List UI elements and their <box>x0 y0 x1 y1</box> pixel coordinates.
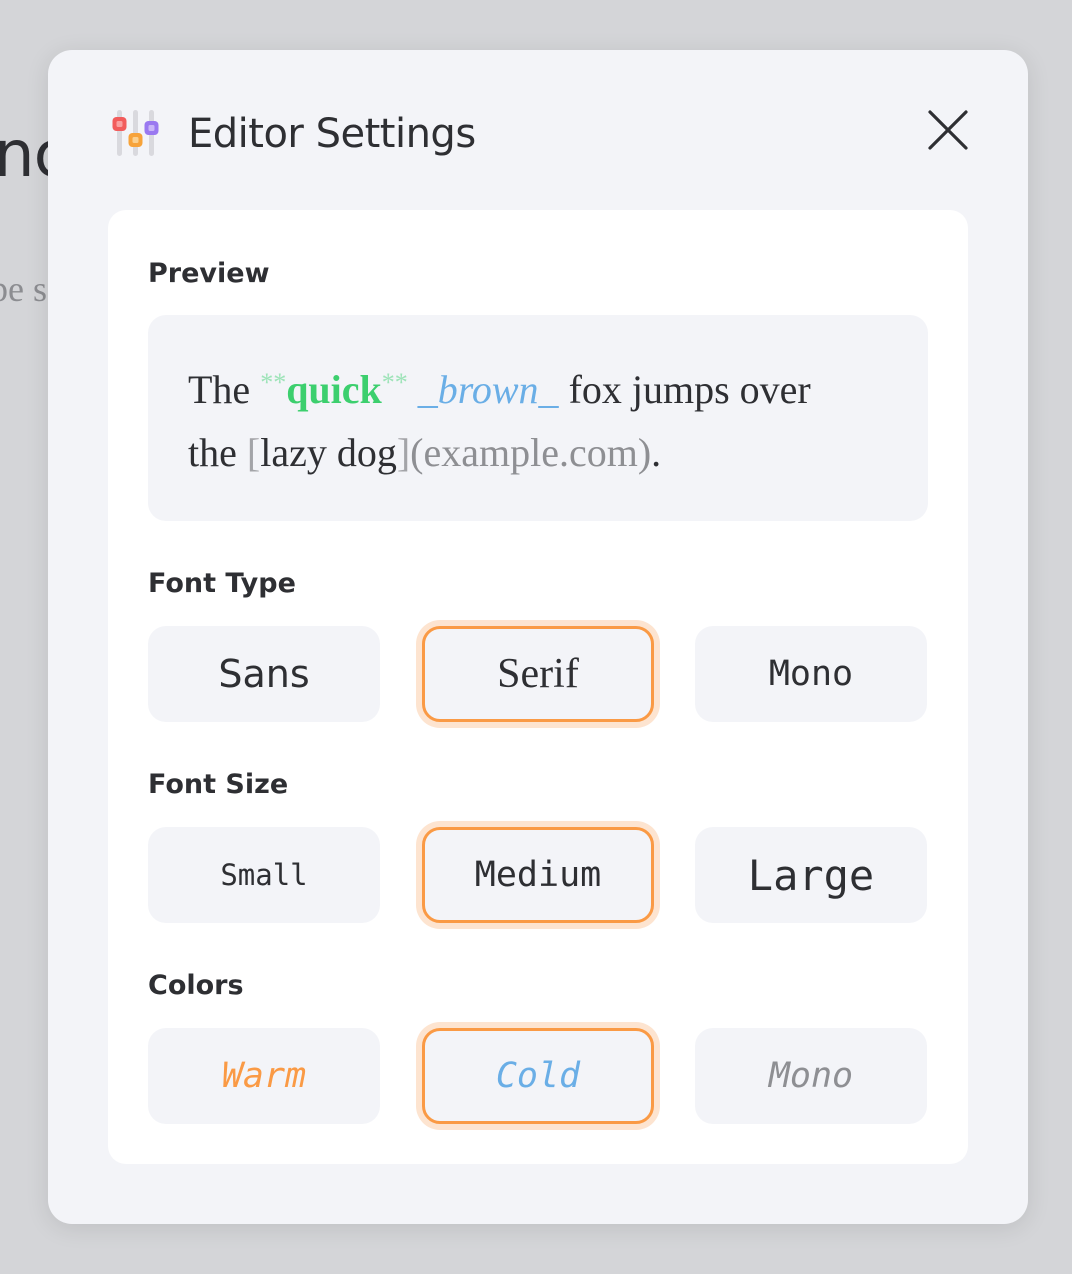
font-type-options: Sans Serif Mono <box>148 626 928 722</box>
bold-word: quick <box>286 367 382 412</box>
font-type-sans-button[interactable]: Sans <box>148 626 380 722</box>
sliders-icon <box>112 110 159 156</box>
preview-text-rest: fox jumps over <box>558 367 811 412</box>
close-icon[interactable] <box>926 108 970 152</box>
bold-marker-open: ** <box>260 368 287 397</box>
font-size-medium-button[interactable]: Medium <box>422 827 654 923</box>
preview-period: . <box>651 430 662 475</box>
preview-text: the <box>188 430 247 475</box>
font-type-serif-button[interactable]: Serif <box>422 626 654 722</box>
colors-label: Colors <box>148 970 244 1001</box>
preview-label: Preview <box>148 258 270 289</box>
font-size-large-button[interactable]: Large <box>695 827 927 923</box>
font-type-mono-button[interactable]: Mono <box>695 626 927 722</box>
colors-options: Warm Cold Mono <box>148 1028 928 1124</box>
font-size-label: Font Size <box>148 769 289 800</box>
preview-space <box>408 367 418 412</box>
font-size-small-button[interactable]: Small <box>148 827 380 923</box>
preview-box: The **quick** _brown_ fox jumps over the… <box>148 315 928 521</box>
link-url: (example.com) <box>410 430 652 475</box>
colors-warm-button[interactable]: Warm <box>148 1028 380 1124</box>
italic-text: _brown_ <box>417 367 559 412</box>
colors-cold-button[interactable]: Cold <box>422 1028 654 1124</box>
dialog-header: Editor Settings <box>112 106 476 162</box>
background-page-text: pe s <box>0 269 47 309</box>
link-text: lazy dog <box>260 430 397 475</box>
bold-marker-close: ** <box>381 368 408 397</box>
editor-settings-dialog: Editor Settings Preview The **quick** _b… <box>48 50 1028 1224</box>
font-size-options: Small Medium Large <box>148 827 928 923</box>
font-type-label: Font Type <box>148 568 296 599</box>
colors-mono-button[interactable]: Mono <box>695 1028 927 1124</box>
preview-text: The <box>188 367 261 412</box>
settings-panel: Preview The **quick** _brown_ fox jumps … <box>108 210 968 1164</box>
link-bracket-close: ] <box>396 430 411 475</box>
preview-line-2: the [lazy dog](example.com). <box>188 421 888 484</box>
link-bracket-open: [ <box>246 430 261 475</box>
dialog-title: Editor Settings <box>188 111 476 157</box>
preview-line-1: The **quick** _brown_ fox jumps over <box>188 351 888 421</box>
